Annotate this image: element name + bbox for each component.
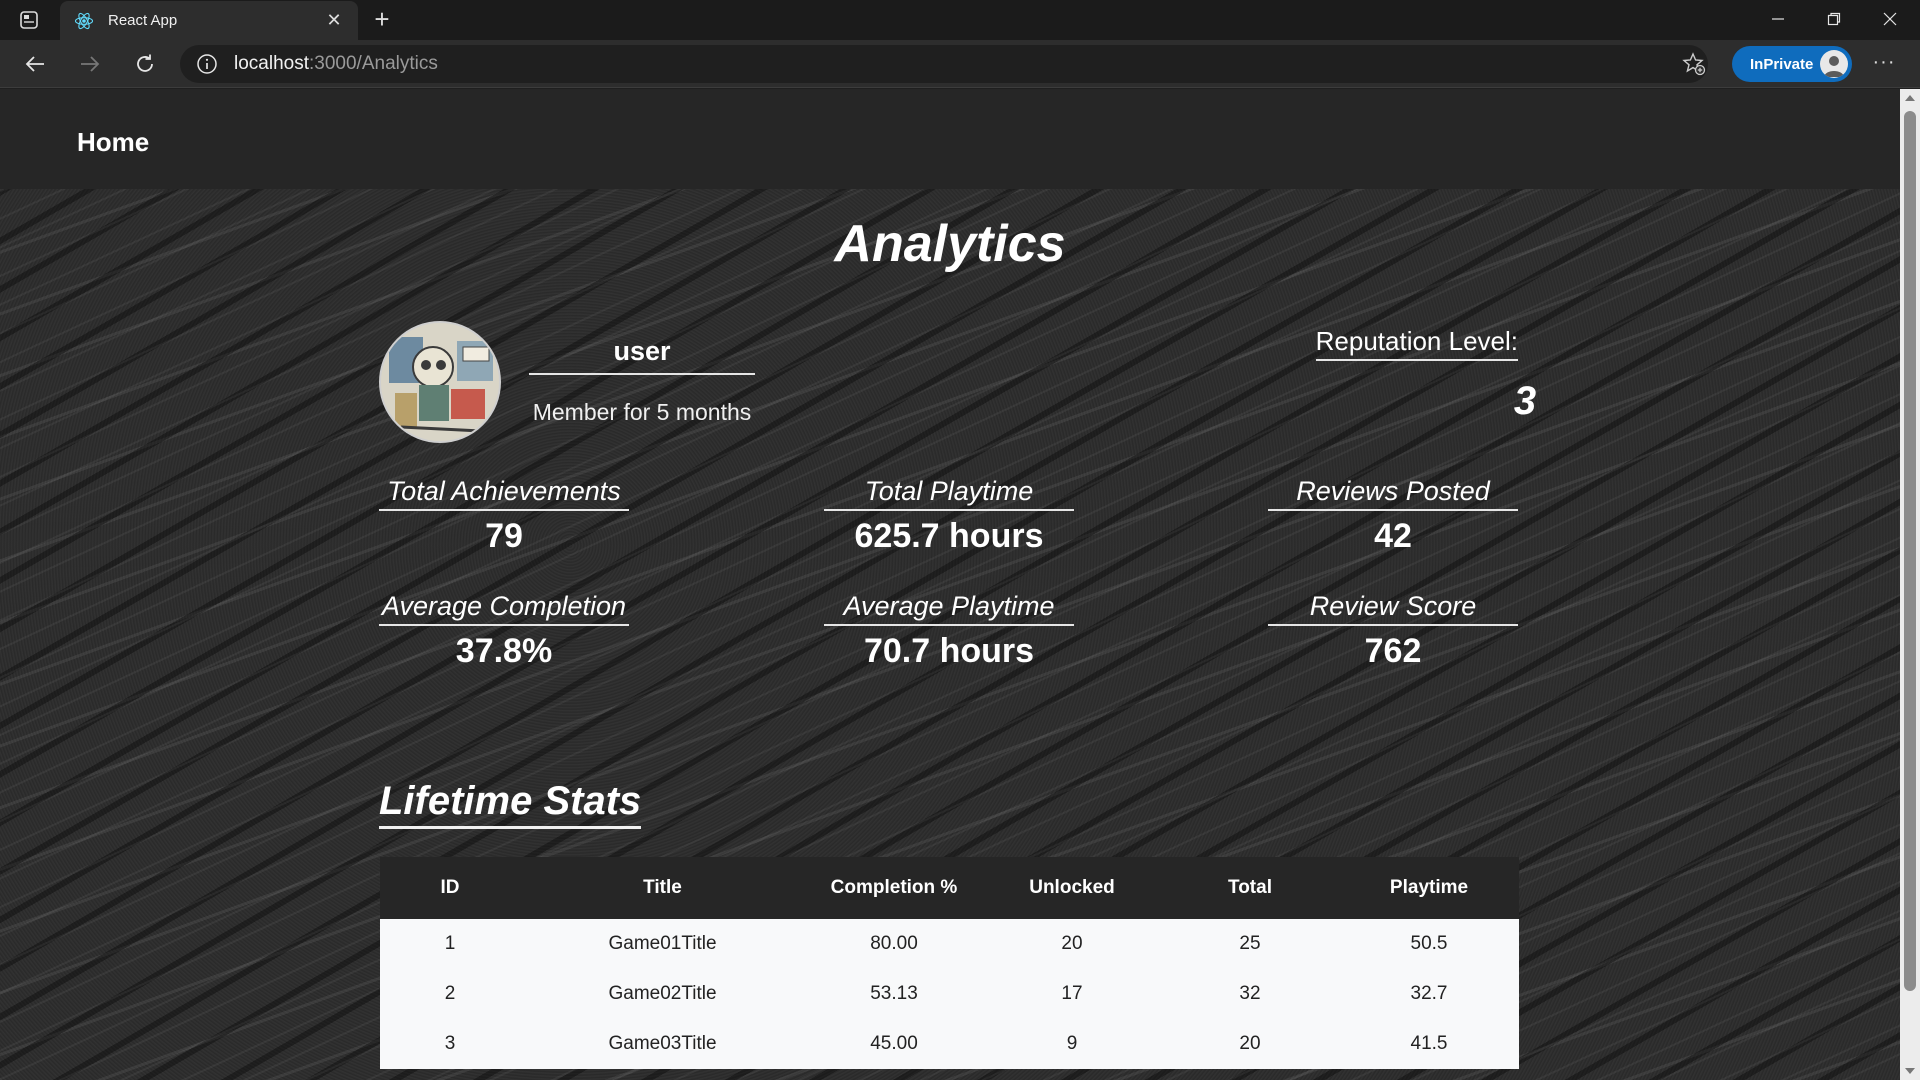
- cell-total: 20: [1239, 1033, 1261, 1054]
- stat-label: Review Score: [1268, 591, 1518, 626]
- cell-id: 3: [444, 1033, 456, 1054]
- reputation-label: Reputation Level:: [1300, 326, 1518, 361]
- inprivate-button[interactable]: InPrivate: [1732, 46, 1852, 82]
- tab-actions-icon[interactable]: [16, 8, 42, 32]
- lifetime-stats-table: ID Title Completion % Unlocked Total Pla…: [380, 857, 1519, 1069]
- more-options-icon[interactable]: ···: [1868, 50, 1900, 78]
- add-favorite-icon[interactable]: [1680, 51, 1708, 77]
- close-window-icon[interactable]: [1862, 0, 1918, 38]
- restore-icon[interactable]: [1806, 0, 1862, 38]
- stat-review-score: Review Score 762: [1268, 591, 1518, 671]
- react-logo-icon: [74, 11, 94, 31]
- column-header-playtime[interactable]: Playtime: [1339, 857, 1519, 919]
- scrollbar-thumb[interactable]: [1904, 111, 1916, 991]
- tab-title: React App: [108, 12, 178, 29]
- stat-label: Average Playtime: [824, 591, 1074, 626]
- stat-value: 625.7 hours: [854, 517, 1044, 555]
- stat-label: Reviews Posted: [1268, 476, 1518, 511]
- stat-total-achievements: Total Achievements 79: [379, 476, 629, 556]
- cell-unlocked: 17: [1061, 983, 1083, 1004]
- username: user: [529, 336, 755, 375]
- column-header-id[interactable]: ID: [380, 857, 520, 919]
- stat-value: 70.7 hours: [863, 632, 1035, 670]
- address-bar[interactable]: localhost:3000/Analytics: [180, 45, 1708, 83]
- stat-label: Average Completion: [379, 591, 629, 626]
- cell-title: Game02Title: [608, 983, 717, 1004]
- new-tab-button[interactable]: +: [368, 6, 396, 34]
- forward-arrow-icon[interactable]: [74, 50, 106, 78]
- stat-average-completion: Average Completion 37.8%: [379, 591, 629, 671]
- user-avatar: [379, 321, 501, 443]
- stat-value: 42: [1374, 517, 1412, 555]
- browser-titlebar: React App ✕ +: [0, 0, 1920, 40]
- stat-total-playtime: Total Playtime 625.7 hours: [824, 476, 1074, 556]
- home-link[interactable]: Home: [77, 127, 149, 158]
- scroll-up-icon[interactable]: [1905, 95, 1915, 101]
- cell-completion: 80.00: [870, 933, 918, 954]
- column-header-unlocked[interactable]: Unlocked: [983, 857, 1161, 919]
- table-row[interactable]: 1 Game01Title 80.00 20 25 50.5: [380, 919, 1519, 969]
- column-header-title[interactable]: Title: [520, 857, 805, 919]
- lifetime-stats-title: Lifetime Stats: [379, 779, 642, 829]
- cell-title: Game01Title: [608, 933, 717, 954]
- reputation-label-text: Reputation Level:: [1315, 326, 1518, 361]
- stat-reviews-posted: Reviews Posted 42: [1268, 476, 1518, 556]
- cell-total: 32: [1239, 983, 1261, 1004]
- cell-unlocked: 9: [1066, 1033, 1078, 1054]
- reputation-value: 3: [1513, 379, 1537, 423]
- cell-playtime: 32.7: [1410, 983, 1448, 1004]
- close-tab-icon[interactable]: ✕: [324, 10, 344, 31]
- stat-value: 79: [485, 517, 523, 555]
- cell-playtime: 50.5: [1410, 933, 1448, 954]
- cell-id: 1: [444, 933, 456, 954]
- cell-id: 2: [444, 983, 456, 1004]
- refresh-icon[interactable]: [129, 50, 161, 78]
- browser-tab[interactable]: React App ✕: [60, 1, 358, 40]
- page-scrollbar[interactable]: [1900, 89, 1920, 1080]
- inprivate-label: InPrivate: [1750, 55, 1814, 73]
- table-row[interactable]: 3 Game03Title 45.00 9 20 41.5: [380, 1019, 1519, 1069]
- url-host: localhost: [234, 53, 309, 74]
- stat-value: 762: [1364, 632, 1422, 670]
- table-row[interactable]: 2 Game02Title 53.13 17 32 32.7: [380, 969, 1519, 1019]
- back-arrow-icon[interactable]: [19, 50, 51, 78]
- stat-label: Total Playtime: [824, 476, 1074, 511]
- minimize-icon[interactable]: [1750, 0, 1806, 38]
- member-duration: Member for 5 months: [532, 399, 752, 425]
- stat-value: 37.8%: [455, 632, 553, 670]
- page-viewport: Home Analytics user Member for 5 months …: [0, 89, 1900, 1080]
- table-header-row: ID Title Completion % Unlocked Total Pla…: [380, 857, 1519, 919]
- stat-label: Total Achievements: [379, 476, 629, 511]
- stat-average-playtime: Average Playtime 70.7 hours: [824, 591, 1074, 671]
- url-path: :3000/Analytics: [309, 53, 438, 74]
- cell-completion: 45.00: [870, 1033, 918, 1054]
- cell-playtime: 41.5: [1410, 1033, 1448, 1054]
- column-header-total[interactable]: Total: [1161, 857, 1339, 919]
- scroll-down-icon[interactable]: [1905, 1068, 1915, 1074]
- cell-title: Game03Title: [608, 1033, 717, 1054]
- cell-total: 25: [1239, 933, 1261, 954]
- app-header: Home: [0, 89, 1900, 189]
- column-header-completion[interactable]: Completion %: [805, 857, 983, 919]
- profile-avatar-icon: [1820, 50, 1848, 78]
- cell-completion: 53.13: [870, 983, 918, 1004]
- page-title: Analytics: [834, 215, 1066, 273]
- browser-toolbar: localhost:3000/Analytics InPrivate ···: [0, 40, 1920, 88]
- cell-unlocked: 20: [1061, 933, 1083, 954]
- site-info-icon[interactable]: [196, 53, 218, 75]
